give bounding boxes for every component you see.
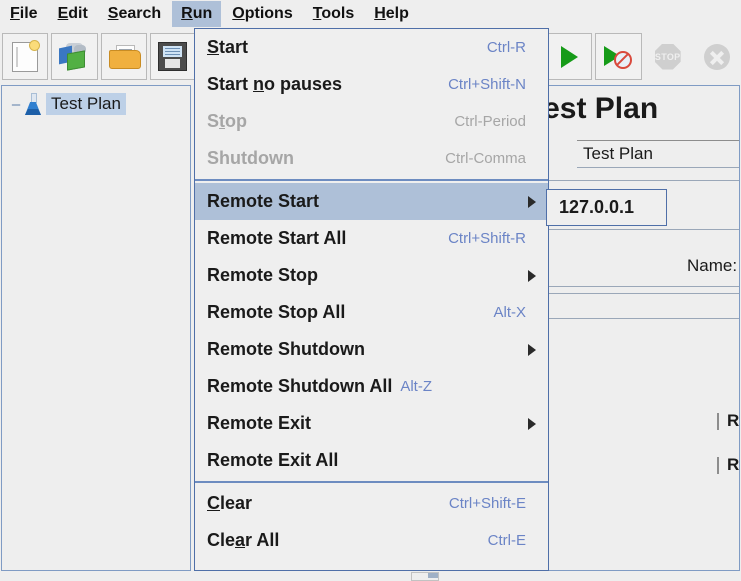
menu-item-label: Clear: [207, 493, 253, 513]
tree-collapse-handle[interactable]: –: [8, 97, 24, 112]
menu-item-label: Clear All: [207, 530, 280, 550]
save-icon: [158, 42, 188, 71]
templates-button[interactable]: [51, 33, 98, 80]
menu-item-label: Remote Stop: [207, 265, 319, 285]
name-input[interactable]: Test Plan: [577, 140, 739, 168]
menu-bar: File Edit Search Run Options Tools Help: [0, 0, 741, 28]
menu-item-label: Remote Exit: [207, 413, 312, 433]
menu-item-remote-shutdown-all[interactable]: Remote Shutdown All Alt-Z: [195, 368, 548, 405]
tree-node-test-plan[interactable]: Test Plan: [46, 93, 126, 115]
shutdown-button: [694, 33, 740, 80]
menu-item-label: Remote Exit All: [207, 450, 339, 470]
menu-item-stop: Stop Ctrl-Period: [195, 103, 548, 140]
menu-item-clear[interactable]: Clear Ctrl+Shift-E: [195, 485, 548, 522]
menubar-item-file[interactable]: File: [1, 1, 47, 27]
stop-icon: STOP: [654, 43, 681, 70]
menubar-item-edit[interactable]: Edit: [49, 1, 97, 27]
menu-item-label: Stop: [207, 111, 248, 131]
open-icon: [108, 44, 141, 69]
menu-item-accelerator: Ctrl+Shift-R: [448, 230, 526, 247]
horizontal-scrollbar[interactable]: [411, 572, 439, 581]
test-plan-tree[interactable]: – Test Plan: [1, 85, 191, 571]
menu-item-start-no-pauses[interactable]: Start no pauses Ctrl+Shift-N: [195, 66, 548, 103]
menu-separator: [195, 179, 548, 181]
chevron-right-icon: [528, 195, 536, 208]
section-divider: [543, 286, 739, 287]
open-button[interactable]: [100, 33, 147, 80]
menu-item-remote-stop[interactable]: Remote Stop: [195, 257, 548, 294]
menubar-item-options[interactable]: Options: [223, 1, 301, 27]
chevron-right-icon: [528, 343, 536, 356]
menu-item-label: Remote Start All: [207, 228, 347, 248]
chevron-right-icon: [528, 269, 536, 282]
menu-item-accelerator: Ctrl-E: [487, 532, 526, 549]
menu-item-remote-start[interactable]: Remote Start: [195, 183, 548, 220]
menu-item-accelerator: Alt-X: [493, 304, 526, 321]
stop-button: STOP: [645, 33, 691, 80]
run-menu-popup[interactable]: Start Ctrl-R Start no pauses Ctrl+Shift-N St…: [194, 28, 549, 571]
save-button[interactable]: [149, 33, 196, 80]
menu-item-label: Start no pauses: [207, 74, 343, 94]
menubar-item-search[interactable]: Search: [99, 1, 170, 27]
menu-item-clear-all[interactable]: Clear All Ctrl-E: [195, 522, 548, 559]
start-no-pauses-button[interactable]: [595, 33, 642, 80]
variables-table[interactable]: [543, 293, 739, 319]
page-title: Test Plan: [527, 92, 659, 125]
checkbox-label: Run tearDown Thread Groups after shutdow…: [727, 455, 740, 474]
start-no-pauses-icon: [604, 45, 633, 69]
menu-item-label: Remote Shutdown: [207, 339, 365, 359]
variables-name-header: Name:: [687, 256, 739, 276]
remote-start-submenu[interactable]: 127.0.0.1: [546, 189, 667, 226]
menu-item-accelerator: Alt-Z: [400, 378, 432, 395]
menu-item-start[interactable]: Start Ctrl-R: [195, 29, 548, 66]
templates-icon: [59, 42, 89, 71]
new-icon: [12, 39, 41, 72]
menu-separator: [195, 481, 548, 483]
menu-item-accelerator: Ctrl-Comma: [445, 150, 526, 167]
menubar-item-help[interactable]: Help: [365, 1, 418, 27]
tree-row[interactable]: – Test Plan: [2, 91, 190, 117]
shutdown-icon: [703, 43, 730, 70]
checkbox-label: Run Thread Groups consecutively (i.e. on…: [727, 411, 740, 430]
menu-item-accelerator: Ctrl-Period: [454, 113, 526, 130]
menu-item-remote-exit-all[interactable]: Remote Exit All: [195, 442, 548, 479]
name-field-row: Test Plan: [577, 140, 739, 168]
menubar-item-run[interactable]: Run: [172, 1, 222, 27]
menu-item-label: Remote Shutdown All: [207, 376, 393, 396]
menu-item-remote-shutdown[interactable]: Remote Shutdown: [195, 331, 548, 368]
run-thread-groups-consecutively-checkbox[interactable]: Run Thread Groups consecutively (i.e. on…: [717, 411, 739, 431]
flask-icon: [24, 93, 42, 115]
checkbox-box[interactable]: [717, 456, 719, 474]
menu-item-accelerator: Ctrl+Shift-N: [448, 76, 526, 93]
chevron-right-icon: [528, 417, 536, 430]
menu-item-accelerator: Ctrl+Shift-E: [448, 495, 526, 512]
run-teardown-thread-groups-checkbox[interactable]: Run tearDown Thread Groups after shutdow…: [717, 455, 739, 475]
menu-item-remote-start-all[interactable]: Remote Start All Ctrl+Shift-R: [195, 220, 548, 257]
menu-item-shutdown: Shutdown Ctrl-Comma: [195, 140, 548, 177]
menu-item-label: Remote Start: [207, 191, 320, 211]
menu-item-remote-exit[interactable]: Remote Exit: [195, 405, 548, 442]
menu-item-accelerator: Ctrl-R: [486, 39, 526, 56]
submenu-item-host[interactable]: 127.0.0.1: [547, 190, 666, 225]
start-button[interactable]: [546, 33, 593, 80]
menu-item-label: Remote Stop All: [207, 302, 346, 322]
start-icon: [560, 45, 578, 68]
menubar-item-tools[interactable]: Tools: [304, 1, 363, 27]
menu-item-label: Shutdown: [207, 148, 294, 168]
menu-item-remote-stop-all[interactable]: Remote Stop All Alt-X: [195, 294, 548, 331]
new-button[interactable]: [2, 33, 49, 80]
menu-item-label: Start: [207, 37, 249, 57]
checkbox-box[interactable]: [717, 412, 719, 430]
name-label: Name:: [687, 256, 738, 275]
